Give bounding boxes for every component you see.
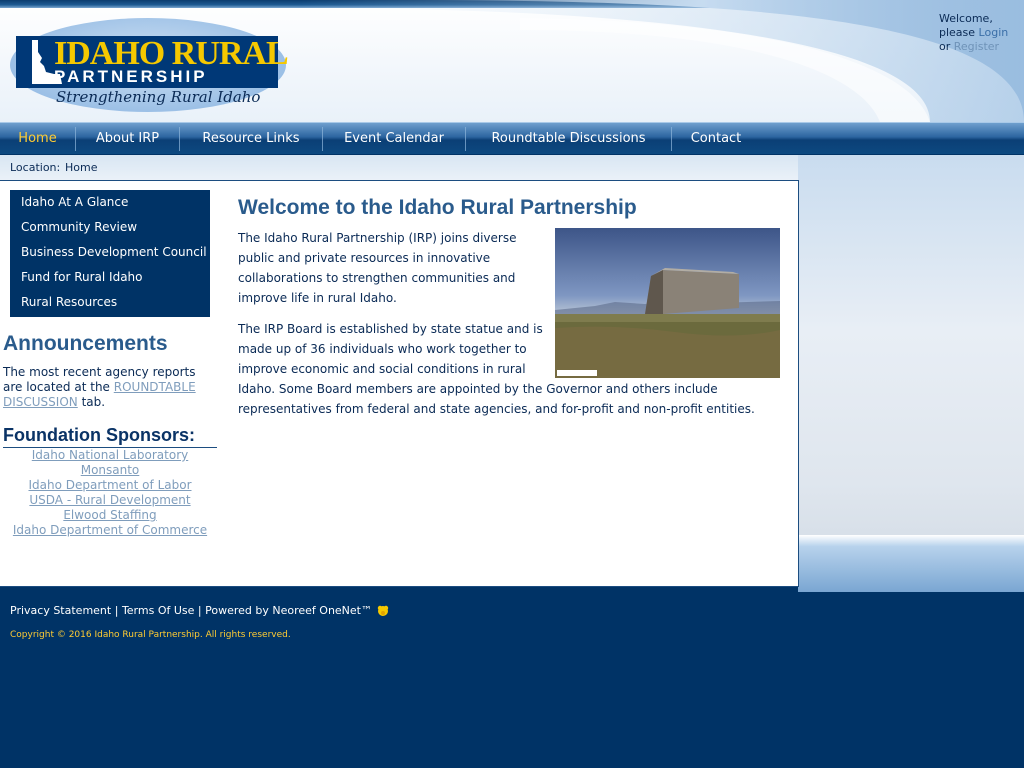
privacy-statement-link[interactable]: Privacy Statement: [10, 604, 111, 617]
sponsor-link[interactable]: USDA - Rural Development: [3, 493, 217, 508]
right-decoration: [798, 155, 1024, 592]
breadcrumb-prefix: Location:: [10, 161, 61, 174]
nav-resource-links[interactable]: Resource Links: [180, 123, 322, 154]
page-title: Welcome to the Idaho Rural Partnership: [238, 196, 637, 219]
welcome-text: Welcome,: [939, 12, 993, 25]
footer-separator: |: [197, 604, 202, 617]
left-menu-community-review[interactable]: Community Review: [21, 215, 137, 240]
announcements-text-after: tab.: [81, 395, 106, 409]
sponsor-link[interactable]: Elwood Staffing: [3, 508, 217, 523]
terms-of-use-link[interactable]: Terms Of Use: [122, 604, 194, 617]
sponsor-link[interactable]: Monsanto: [3, 463, 217, 478]
nav-home[interactable]: Home: [0, 123, 75, 154]
neoreef-logo-icon[interactable]: [376, 604, 390, 618]
welcome-panel: Welcome, please Login or Register: [939, 12, 1023, 54]
left-menu-rural-resources[interactable]: Rural Resources: [21, 290, 117, 315]
left-menu-idaho-at-a-glance[interactable]: Idaho At A Glance: [21, 190, 128, 215]
logo-tagline: Strengthening Rural Idaho: [56, 88, 261, 106]
barn-photo: [555, 228, 780, 378]
announcements-heading: Announcements: [3, 332, 168, 355]
sponsor-link[interactable]: Idaho National Laboratory: [3, 448, 217, 463]
nav-event-calendar[interactable]: Event Calendar: [323, 123, 465, 154]
logo-subtitle: PARTNERSHIP: [54, 67, 208, 86]
breadcrumb-current: Home: [65, 161, 98, 174]
main-nav: Home About IRP Resource Links Event Cale…: [0, 122, 1024, 154]
copyright-text: Copyright © 2016 Idaho Rural Partnership…: [10, 630, 291, 640]
breadcrumb: Location: Home: [0, 155, 798, 180]
left-menu: Idaho At A Glance Community Review Busin…: [10, 190, 210, 317]
nav-roundtable-discussions[interactable]: Roundtable Discussions: [466, 123, 671, 154]
board-paragraph-end: Idaho. Some Board members are appointed …: [238, 382, 755, 416]
powered-by-link[interactable]: Powered by Neoreef OneNet™: [205, 604, 372, 617]
sponsor-link[interactable]: Idaho Department of Commerce: [3, 523, 217, 538]
sponsor-link[interactable]: Idaho Department of Labor: [3, 478, 217, 493]
nav-about-irp[interactable]: About IRP: [76, 123, 179, 154]
nav-contact[interactable]: Contact: [672, 123, 760, 154]
footer-separator: |: [114, 604, 119, 617]
sponsors-heading: Foundation Sponsors:: [3, 424, 217, 448]
announcements-text: The most recent agency reports are locat…: [3, 365, 218, 410]
left-menu-fund-for-rural-idaho[interactable]: Fund for Rural Idaho: [21, 265, 143, 290]
photo-caption-label: [557, 370, 597, 376]
welcome-or: or: [939, 40, 951, 53]
login-link[interactable]: Login: [979, 26, 1009, 39]
footer-links: Privacy Statement | Terms Of Use | Power…: [10, 602, 390, 620]
board-paragraph-start: The IRP Board is established by state st…: [238, 322, 543, 376]
site-header: IDAHO RURAL PARTNERSHIP Strengthening Ru…: [0, 0, 1024, 122]
left-menu-business-development-council[interactable]: Business Development Council: [21, 240, 207, 265]
register-link[interactable]: Register: [954, 40, 999, 53]
site-logo[interactable]: IDAHO RURAL PARTNERSHIP Strengthening Ru…: [10, 18, 289, 112]
intro-paragraph: The Idaho Rural Partnership (IRP) joins …: [238, 231, 517, 305]
welcome-please: please: [939, 26, 976, 39]
right-decoration-bar: [798, 535, 1024, 592]
barn-image-icon: [555, 268, 780, 378]
sponsors-list: Idaho National Laboratory Monsanto Idaho…: [3, 448, 217, 538]
